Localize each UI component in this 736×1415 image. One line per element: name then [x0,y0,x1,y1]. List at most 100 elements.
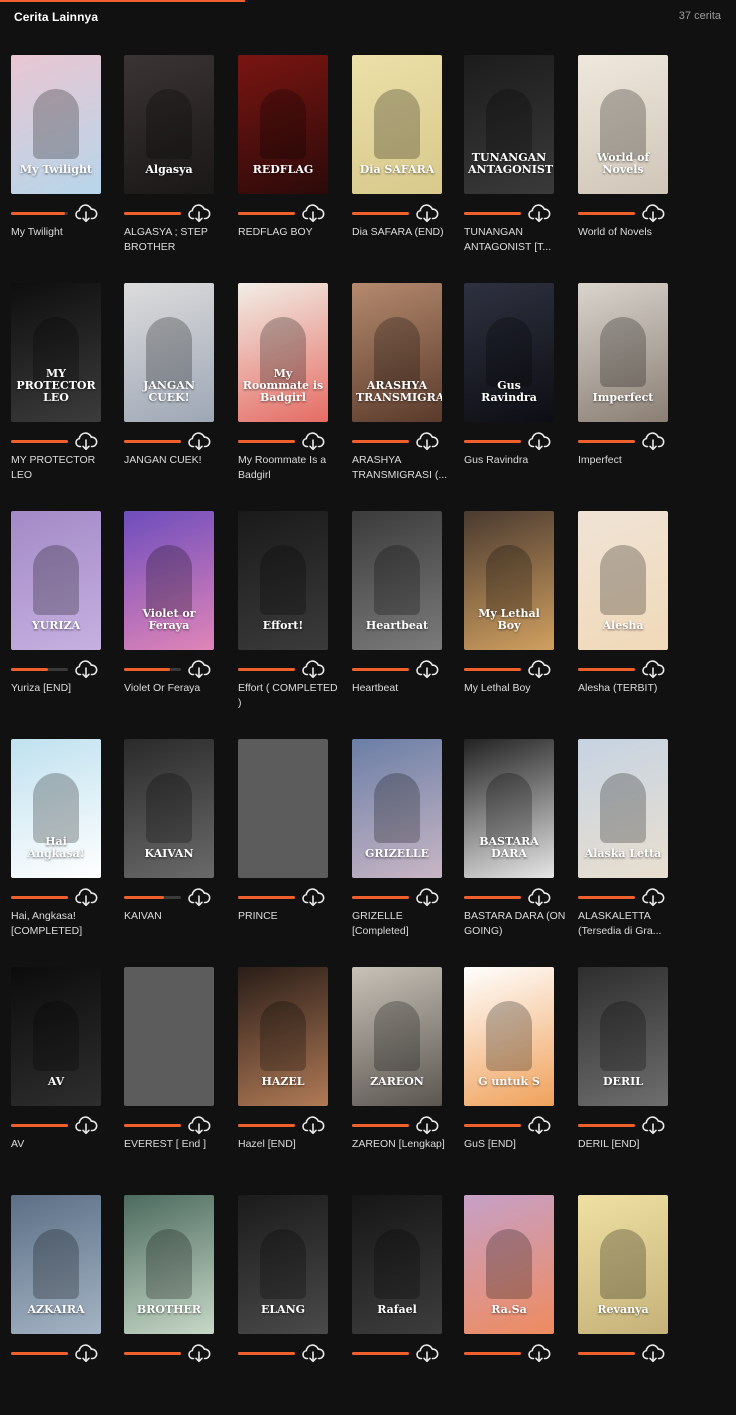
story-title[interactable]: My Roommate Is a Badgirl [238,453,342,483]
story-card[interactable]: ARASHYA TRANSMIGRASI ARASHYA TRANSMIGRASI… [352,283,458,503]
story-card[interactable]: AV AV [11,967,117,1187]
story-title[interactable]: REDFLAG BOY [238,225,342,240]
cloud-download-icon[interactable] [74,203,98,223]
story-cover[interactable]: Revanya [578,1195,668,1334]
story-title[interactable]: Imperfect [578,453,682,468]
cloud-download-icon[interactable] [74,1343,98,1363]
story-cover[interactable]: Imperfect [578,283,668,422]
story-cover[interactable]: REDFLAG [238,55,328,194]
story-title[interactable]: MY PROTECTOR LEO [11,453,115,483]
story-cover[interactable]: My Twilight [11,55,101,194]
story-card[interactable]: GRIZELLE GRIZELLE [Completed] [352,739,458,959]
story-cover[interactable]: ZAREON [352,967,442,1106]
story-cover[interactable]: Ra.Sa [464,1195,554,1334]
story-cover[interactable]: World of Novels [578,55,668,194]
story-card[interactable]: AZKAIRA [11,1195,117,1415]
story-card[interactable]: Algasya ALGASYA ; STEP BROTHER [124,55,230,275]
cloud-download-icon[interactable] [641,1343,665,1363]
story-title[interactable]: ARASHYA TRANSMIGRASI (... [352,453,456,483]
cloud-download-icon[interactable] [527,887,551,907]
cloud-download-icon[interactable] [641,203,665,223]
story-cover[interactable]: Heartbeat [352,511,442,650]
story-cover[interactable]: AV [11,967,101,1106]
story-card[interactable]: My Lethal Boy My Lethal Boy [464,511,570,731]
cloud-download-icon[interactable] [74,431,98,451]
story-cover[interactable]: My Lethal Boy [464,511,554,650]
cloud-download-icon[interactable] [415,431,439,451]
cloud-download-icon[interactable] [415,887,439,907]
cloud-download-icon[interactable] [527,431,551,451]
story-cover[interactable]: My Roommate is Badgirl [238,283,328,422]
story-cover[interactable]: Effort! [238,511,328,650]
story-title[interactable]: GuS [END] [464,1137,568,1152]
cloud-download-icon[interactable] [187,203,211,223]
story-cover[interactable]: Algasya [124,55,214,194]
story-card[interactable]: PRINCE [238,739,344,959]
cloud-download-icon[interactable] [415,1343,439,1363]
cloud-download-icon[interactable] [187,887,211,907]
cloud-download-icon[interactable] [187,1343,211,1363]
cloud-download-icon[interactable] [415,1115,439,1135]
story-title[interactable]: ZAREON [Lengkap] [352,1137,456,1152]
story-title[interactable]: AV [11,1137,115,1152]
story-title[interactable]: Heartbeat [352,681,456,696]
story-title[interactable]: JANGAN CUEK! [124,453,228,468]
story-cover[interactable]: AZKAIRA [11,1195,101,1334]
story-cover[interactable]: GRIZELLE [352,739,442,878]
story-title[interactable]: EVEREST [ End ] [124,1137,228,1152]
story-cover[interactable] [124,967,214,1106]
story-card[interactable]: G untuk S GuS [END] [464,967,570,1187]
cloud-download-icon[interactable] [641,1115,665,1135]
story-card[interactable]: Heartbeat Heartbeat [352,511,458,731]
story-card[interactable]: Ra.Sa [464,1195,570,1415]
story-title[interactable]: My Twilight [11,225,115,240]
story-cover[interactable]: YURIZA [11,511,101,650]
story-cover[interactable]: Violet or Feraya [124,511,214,650]
story-card[interactable]: Dia SAFARA Dia SAFARA (END) [352,55,458,275]
story-card[interactable]: Imperfect Imperfect [578,283,684,503]
story-card[interactable]: Alesha Alesha (TERBIT) [578,511,684,731]
story-card[interactable]: Violet or Feraya Violet Or Feraya [124,511,230,731]
story-card[interactable]: ELANG [238,1195,344,1415]
story-cover[interactable]: TUNANGAN ANTAGONIST [464,55,554,194]
story-title[interactable]: Alesha (TERBIT) [578,681,682,696]
cloud-download-icon[interactable] [187,431,211,451]
cloud-download-icon[interactable] [527,1115,551,1135]
story-cover[interactable]: KAIVAN [124,739,214,878]
cloud-download-icon[interactable] [301,431,325,451]
cloud-download-icon[interactable] [527,1343,551,1363]
story-title[interactable]: GRIZELLE [Completed] [352,909,456,939]
story-cover[interactable]: ELANG [238,1195,328,1334]
story-title[interactable]: My Lethal Boy [464,681,568,696]
story-card[interactable]: Revanya [578,1195,684,1415]
story-cover[interactable]: G untuk S [464,967,554,1106]
story-card[interactable]: Effort! Effort ( COMPLETED ) [238,511,344,731]
cloud-download-icon[interactable] [415,659,439,679]
cloud-download-icon[interactable] [527,203,551,223]
story-title[interactable]: Yuriza [END] [11,681,115,696]
story-cover[interactable]: Alesha [578,511,668,650]
story-title[interactable]: Dia SAFARA (END) [352,225,456,240]
story-card[interactable]: Alaska Letta ALASKALETTA (Tersedia di Gra… [578,739,684,959]
story-cover[interactable]: Hai Angkasa! [11,739,101,878]
story-cover[interactable]: Gus Ravindra [464,283,554,422]
cloud-download-icon[interactable] [641,887,665,907]
story-cover[interactable]: HAZEL [238,967,328,1106]
cloud-download-icon[interactable] [74,887,98,907]
cloud-download-icon[interactable] [74,659,98,679]
story-cover[interactable]: JANGAN CUEK! [124,283,214,422]
story-cover[interactable]: Dia SAFARA [352,55,442,194]
cloud-download-icon[interactable] [187,1115,211,1135]
story-card[interactable]: Hai Angkasa! Hai, Angkasa! [COMPLETED] [11,739,117,959]
story-cover[interactable] [238,739,328,878]
story-cover[interactable]: DERIL [578,967,668,1106]
story-card[interactable]: BROTHER [124,1195,230,1415]
cloud-download-icon[interactable] [641,659,665,679]
story-title[interactable]: Violet Or Feraya [124,681,228,696]
story-title[interactable]: Effort ( COMPLETED ) [238,681,342,711]
cloud-download-icon[interactable] [301,887,325,907]
story-cover[interactable]: BROTHER [124,1195,214,1334]
cloud-download-icon[interactable] [301,203,325,223]
story-cover[interactable]: MY PROTECTOR LEO [11,283,101,422]
cloud-download-icon[interactable] [187,659,211,679]
